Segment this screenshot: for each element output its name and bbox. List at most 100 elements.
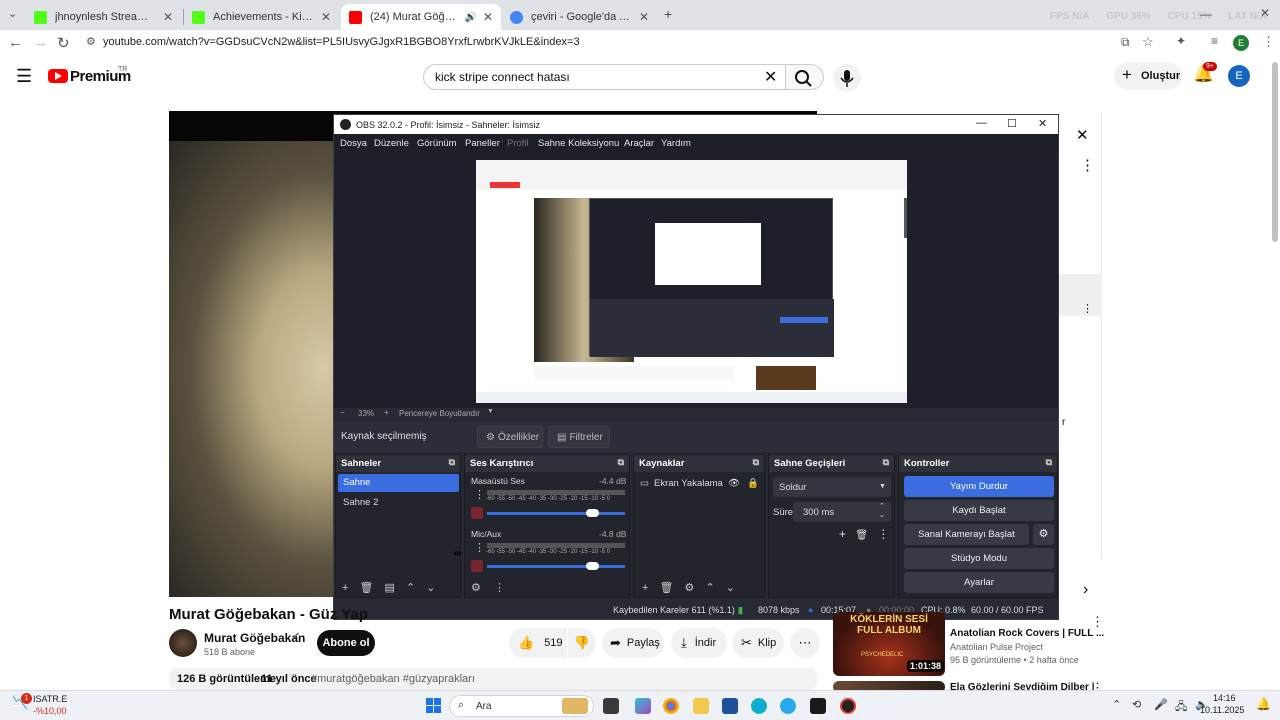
zoom-in-icon[interactable]: +: [384, 408, 389, 417]
profile-avatar[interactable]: E: [1233, 35, 1249, 51]
playlist-more-icon[interactable]: ⋮: [1082, 302, 1093, 315]
menu-file[interactable]: Dosya: [340, 138, 367, 149]
tab-search-chevron-icon[interactable]: ⌄: [8, 7, 17, 20]
recommendation-channel[interactable]: Anatolian Pulse Project: [950, 642, 1043, 652]
menu-help[interactable]: Yardım: [661, 138, 691, 149]
scene-item-selected[interactable]: Sahne: [338, 474, 459, 492]
back-arrow-icon[interactable]: ←: [8, 34, 23, 51]
obs-close-icon[interactable]: ✕: [1038, 117, 1047, 130]
more-actions-button[interactable]: ⋯: [790, 628, 820, 658]
transition-menu-icon[interactable]: ⋮: [877, 527, 889, 541]
transition-select[interactable]: Soldur ▼: [773, 477, 891, 497]
forward-arrow-icon[interactable]: →: [33, 34, 48, 51]
obs-minimize-icon[interactable]: —: [976, 117, 987, 129]
hamburger-menu-icon[interactable]: ☰: [16, 66, 32, 87]
close-tab-icon[interactable]: ✕: [163, 10, 173, 24]
obs-preview-canvas[interactable]: [334, 152, 1058, 408]
move-down-icon[interactable]: ⌄: [426, 582, 435, 594]
menu-scene-collection[interactable]: Sahne Koleksiyonu: [538, 138, 619, 149]
clock-time[interactable]: 14:16: [1213, 693, 1236, 703]
move-up-icon[interactable]: ⌃: [406, 582, 415, 594]
tab-kick-stream[interactable]: jhnoynlesh Stream - Watch Live ✕: [26, 4, 181, 30]
scene-item[interactable]: Sahne 2: [338, 494, 459, 512]
channel-menu-icon[interactable]: ⋮: [474, 541, 485, 554]
media-controls-icon[interactable]: ≡: [1211, 34, 1218, 48]
page-scrollbar-thumb[interactable]: [1272, 62, 1278, 242]
zoom-out-icon[interactable]: −: [340, 408, 345, 417]
audio-playing-icon[interactable]: 🔊: [464, 12, 476, 23]
channel-name[interactable]: Murat Göğebakan: [204, 631, 305, 645]
search-button[interactable]: [786, 64, 824, 90]
playlist-more-icon[interactable]: ⋮: [1080, 156, 1095, 174]
remove-transition-icon[interactable]: 🗑: [855, 530, 868, 541]
dislike-button[interactable]: 👎: [568, 628, 596, 658]
menu-profile[interactable]: Profil: [507, 138, 529, 149]
store-icon[interactable]: [722, 698, 738, 714]
create-button[interactable]: + Oluştur: [1114, 62, 1182, 90]
menu-edit[interactable]: Düzenle: [374, 138, 409, 149]
tab-google-search[interactable]: çeviri - Google'da Ara ✕: [502, 4, 657, 30]
extensions-icon[interactable]: ✦: [1176, 34, 1186, 48]
properties-button[interactable]: ⚙ Özellikler: [477, 426, 543, 448]
edge-icon[interactable]: [751, 698, 767, 714]
site-info-icon[interactable]: ⚙: [86, 35, 96, 48]
virtual-camera-settings-icon[interactable]: ⚙: [1033, 524, 1054, 545]
obs-taskbar-icon[interactable]: [840, 698, 856, 714]
mute-toggle[interactable]: [471, 560, 483, 572]
settings-button[interactable]: Ayarlar: [904, 572, 1054, 593]
preview-scrollbar[interactable]: [904, 198, 907, 238]
close-tab-icon[interactable]: ✕: [639, 10, 649, 24]
channel-menu-icon[interactable]: ⋮: [474, 488, 485, 501]
tab-kick-dashboard[interactable]: Achievements - Kick Dashboard ✕: [184, 4, 339, 30]
share-button[interactable]: ➦ Paylaş: [602, 628, 664, 658]
source-item[interactable]: ▭ Ekran Yakalama 👁 🔒: [636, 475, 762, 493]
dock-float-icon[interactable]: ⧉: [618, 457, 624, 468]
dock-float-icon[interactable]: ⧉: [449, 457, 455, 468]
advanced-audio-icon[interactable]: ⚙: [471, 582, 481, 594]
description-box[interactable]: 126 B görüntüleme 11 yıl önce #muratgöğe…: [169, 668, 817, 690]
filters-button[interactable]: ▤ Filtreler: [548, 426, 610, 448]
clip-button[interactable]: ✂ Klip: [732, 628, 784, 658]
subscribe-button[interactable]: Abone ol: [317, 630, 375, 656]
menu-docks[interactable]: Paneller: [465, 138, 500, 149]
volume-slider-handle[interactable]: [586, 509, 599, 517]
volume-slider-track[interactable]: [487, 512, 625, 515]
lock-icon[interactable]: 🔒: [747, 475, 759, 493]
download-button[interactable]: ⤓ İndir: [671, 628, 727, 658]
search-input[interactable]: kick stripe connect hatası: [435, 70, 570, 84]
account-avatar[interactable]: E: [1228, 65, 1250, 87]
new-tab-plus-icon[interactable]: +: [664, 6, 672, 22]
tab-youtube-active[interactable]: (24) Murat Göğebakan - Gü 🔊 ✕: [341, 4, 501, 30]
voice-search-button[interactable]: [833, 64, 861, 92]
duration-spinbox[interactable]: 300 ms ⌃ ⌄: [793, 502, 891, 522]
app-window-icon[interactable]: [810, 698, 826, 714]
recommendation-title[interactable]: Anatolian Rock Covers | FULL ...: [950, 628, 1104, 639]
start-recording-button[interactable]: Kaydı Başlat: [904, 500, 1054, 521]
mute-toggle[interactable]: [471, 507, 483, 519]
stock-ticker[interactable]: ISATR.E: [33, 694, 67, 704]
studio-mode-button[interactable]: Stüdyo Modu: [904, 548, 1054, 569]
install-app-icon[interactable]: ⧉: [1121, 35, 1130, 50]
add-source-icon[interactable]: +: [642, 582, 648, 594]
reload-icon[interactable]: ↻: [57, 34, 70, 52]
network-icon[interactable]: 🖧: [1175, 698, 1187, 717]
dock-float-icon[interactable]: ⧉: [883, 457, 889, 468]
menu-view[interactable]: Görünüm: [417, 138, 457, 149]
stock-widget[interactable]: 📉 1: [12, 693, 32, 710]
visibility-eye-icon[interactable]: 👁: [728, 475, 740, 493]
menu-tools[interactable]: Araçlar: [624, 138, 654, 149]
youtube-logo-icon[interactable]: [48, 69, 68, 83]
fit-dropdown-chevron-icon[interactable]: ▼: [487, 408, 494, 415]
recommendation-thumbnail[interactable]: KÖKLERİN SESİ FULL ALBUM PSYCHEDELIC 1:0…: [833, 612, 945, 676]
mixer-menu-icon[interactable]: ⋮: [494, 582, 505, 594]
add-transition-icon[interactable]: +: [839, 527, 846, 541]
like-button[interactable]: 👍 519: [509, 628, 567, 658]
address-bar[interactable]: youtube.com/watch?v=GGDsuCVcN2w&list=PL5…: [103, 36, 580, 48]
stop-streaming-button[interactable]: Yayını Durdur: [904, 476, 1054, 497]
recommendation-menu-icon[interactable]: ⋮: [1091, 614, 1104, 630]
task-view-icon[interactable]: [603, 698, 619, 714]
fit-to-window-label[interactable]: Pencereye Boyutlandır: [399, 409, 480, 418]
move-down-icon[interactable]: ⌄: [726, 582, 735, 594]
close-tab-icon[interactable]: ✕: [483, 10, 493, 24]
chrome-menu-icon[interactable]: ⋮: [1262, 34, 1275, 50]
